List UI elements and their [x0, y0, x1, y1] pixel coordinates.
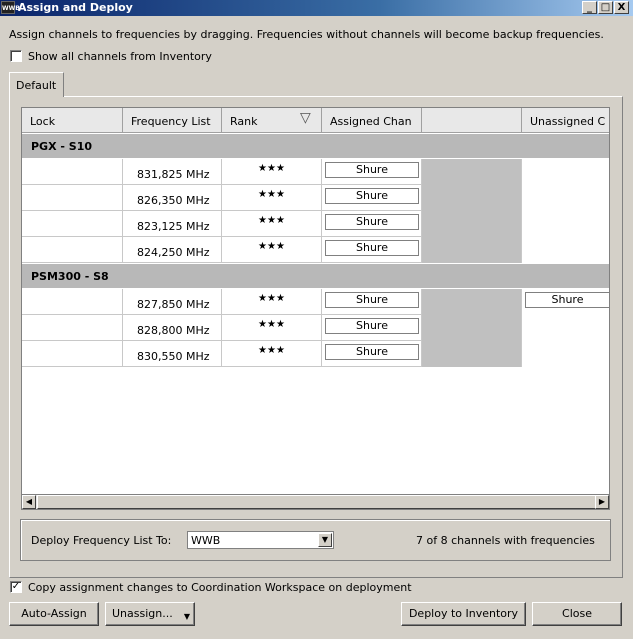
frequency-cell: 823,125 MHz — [123, 211, 222, 237]
frequency-cell: 824,250 MHz — [123, 237, 222, 263]
rank-stars: ★★★ — [222, 237, 322, 263]
unassigned-channel-cell — [522, 237, 609, 263]
empty-cell — [422, 315, 522, 341]
deploy-to-inventory-button[interactable]: Deploy to Inventory — [401, 602, 526, 626]
rank-stars: ★★★ — [222, 159, 322, 185]
unassigned-channel-cell: Shure — [522, 289, 609, 315]
empty-cell — [422, 237, 522, 263]
deploy-target-select[interactable]: WWB ▼ — [187, 531, 334, 549]
lock-cell[interactable] — [22, 159, 123, 185]
column-header-assigned-channels[interactable]: Assigned Chan — [322, 108, 422, 133]
frequency-grid: Lock Frequency List Rank ▽ Assigned Chan… — [21, 107, 610, 496]
empty-cell — [422, 185, 522, 211]
assigned-channel-chip[interactable]: Shure — [325, 214, 419, 230]
column-header-frequency-list[interactable]: Frequency List — [123, 108, 222, 133]
assigned-channel-cell: Shure — [322, 237, 422, 263]
horizontal-scrollbar[interactable]: ◀ ▶ — [21, 494, 610, 510]
rank-stars: ★★★ — [222, 185, 322, 211]
empty-cell — [422, 341, 522, 367]
table-row[interactable]: 826,350 MHz ★★★ Shure — [22, 185, 609, 211]
app-icon: WWB — [1, 1, 20, 14]
rank-stars: ★★★ — [222, 315, 322, 341]
auto-assign-button[interactable]: Auto-Assign — [9, 602, 99, 626]
empty-cell — [422, 211, 522, 237]
lock-cell[interactable] — [22, 289, 123, 315]
close-button[interactable]: Close — [532, 602, 622, 626]
table-row[interactable]: 823,125 MHz ★★★ Shure — [22, 211, 609, 237]
table-row[interactable]: 830,550 MHz ★★★ Shure — [22, 341, 609, 367]
maximize-button[interactable]: □ — [598, 1, 613, 14]
assigned-channel-cell: Shure — [322, 315, 422, 341]
chevron-down-icon: ▼ — [183, 612, 190, 621]
deploy-target-value: WWB — [191, 534, 221, 547]
assigned-channel-cell: Shure — [322, 185, 422, 211]
empty-cell — [422, 159, 522, 185]
column-header-lock[interactable]: Lock — [22, 108, 123, 133]
column-header-rank[interactable]: Rank ▽ — [222, 108, 322, 133]
show-all-channels-checkbox[interactable] — [10, 50, 22, 62]
unassign-button[interactable]: Unassign... ▼ — [105, 602, 195, 626]
group-row-pgx[interactable]: PGX - S10 — [22, 134, 609, 158]
instructions-text: Assign channels to frequencies by draggi… — [9, 28, 604, 41]
unassigned-channel-cell — [522, 315, 609, 341]
column-header-unassigned-channels[interactable]: Unassigned C — [522, 108, 609, 133]
chevron-down-icon[interactable]: ▼ — [318, 533, 332, 547]
assigned-channel-cell: Shure — [322, 159, 422, 185]
lock-cell[interactable] — [22, 315, 123, 341]
scrollbar-thumb[interactable] — [37, 495, 599, 509]
assigned-channel-chip[interactable]: Shure — [325, 240, 419, 256]
unassigned-channel-cell — [522, 185, 609, 211]
table-row[interactable]: 824,250 MHz ★★★ Shure — [22, 237, 609, 263]
deploy-label: Deploy Frequency List To: — [31, 534, 172, 547]
rank-stars: ★★★ — [222, 211, 322, 237]
frequency-cell: 831,825 MHz — [123, 159, 222, 185]
column-header-blank[interactable] — [422, 108, 522, 133]
lock-cell[interactable] — [22, 211, 123, 237]
unassigned-channel-cell — [522, 211, 609, 237]
empty-cell — [422, 289, 522, 315]
show-all-channels-label: Show all channels from Inventory — [28, 50, 212, 63]
unassigned-channel-cell — [522, 159, 609, 185]
scroll-right-icon[interactable]: ▶ — [595, 495, 609, 509]
minimize-button[interactable]: _ — [582, 1, 597, 14]
frequency-cell: 827,850 MHz — [123, 289, 222, 315]
close-window-button[interactable]: X — [614, 1, 629, 14]
scroll-left-icon[interactable]: ◀ — [22, 495, 36, 509]
lock-cell[interactable] — [22, 185, 123, 211]
tab-default[interactable]: Default — [9, 72, 64, 97]
rank-stars: ★★★ — [222, 289, 322, 315]
unassign-button-label: Unassign... — [112, 607, 173, 620]
assigned-channel-chip[interactable]: Shure — [325, 344, 419, 360]
assigned-channel-chip[interactable]: Shure — [325, 162, 419, 178]
channels-status-text: 7 of 8 channels with frequencies — [416, 534, 595, 547]
group-row-psm300[interactable]: PSM300 - S8 — [22, 264, 609, 288]
assigned-channel-cell: Shure — [322, 289, 422, 315]
assigned-channel-chip[interactable]: Shure — [325, 188, 419, 204]
assigned-channel-cell: Shure — [322, 211, 422, 237]
copy-assignment-checkbox[interactable]: ✓ — [10, 581, 22, 593]
assigned-channel-chip[interactable]: Shure — [325, 292, 419, 308]
rank-stars: ★★★ — [222, 341, 322, 367]
sort-descending-icon: ▽ — [300, 110, 311, 126]
assigned-channel-cell: Shure — [322, 341, 422, 367]
frequency-cell: 826,350 MHz — [123, 185, 222, 211]
title-bar: WWB Assign and Deploy _ □ X — [0, 0, 633, 16]
table-row[interactable]: 828,800 MHz ★★★ Shure — [22, 315, 609, 341]
assigned-channel-chip[interactable]: Shure — [325, 318, 419, 334]
lock-cell[interactable] — [22, 341, 123, 367]
lock-cell[interactable] — [22, 237, 123, 263]
unassigned-channel-cell — [522, 341, 609, 367]
table-row[interactable]: 831,825 MHz ★★★ Shure — [22, 159, 609, 185]
column-header-rank-label: Rank — [230, 115, 258, 128]
unassigned-channel-chip[interactable]: Shure — [525, 292, 609, 308]
copy-assignment-label: Copy assignment changes to Coordination … — [28, 581, 412, 594]
table-row[interactable]: 827,850 MHz ★★★ Shure Shure — [22, 289, 609, 315]
frequency-cell: 830,550 MHz — [123, 341, 222, 367]
window-title: Assign and Deploy — [18, 1, 133, 14]
frequency-cell: 828,800 MHz — [123, 315, 222, 341]
